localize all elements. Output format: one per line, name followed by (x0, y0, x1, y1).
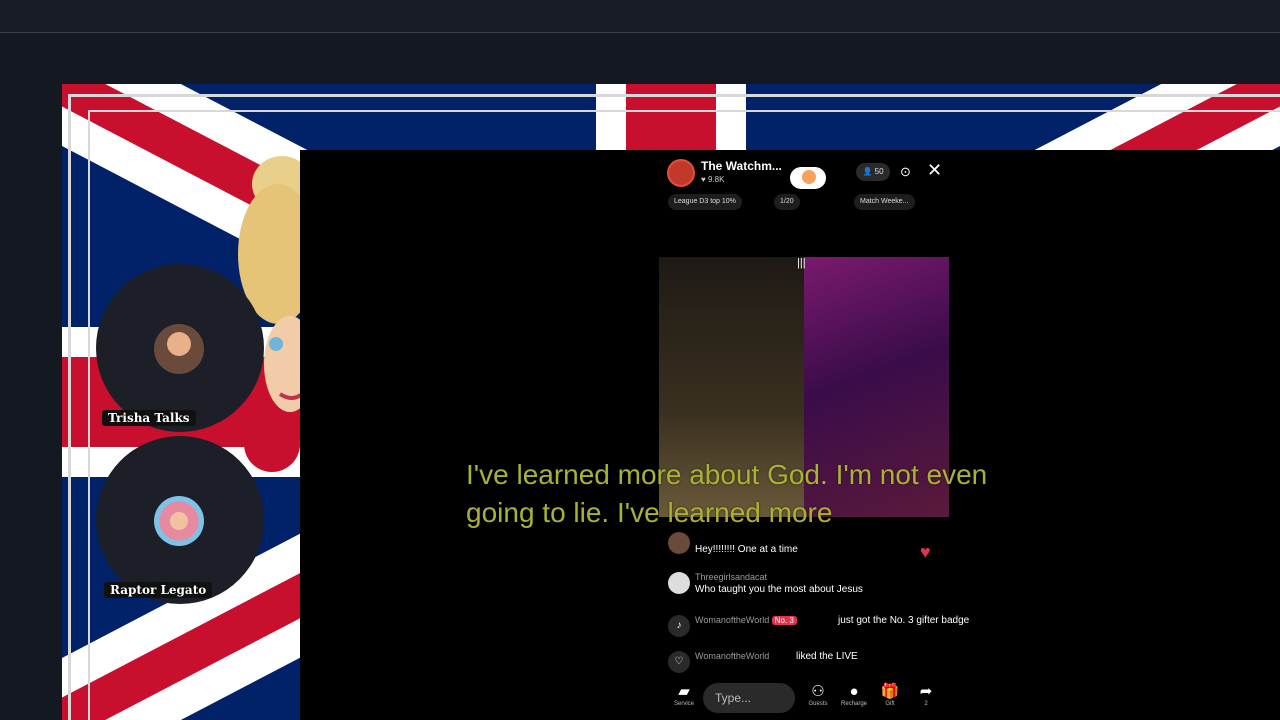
viewer-count[interactable]: 👤 50 (856, 163, 890, 181)
share-icon: ➦ (919, 683, 933, 700)
host-avatar[interactable] (667, 159, 695, 187)
follow-icon (802, 170, 816, 184)
gift-icon: 🎁 (880, 683, 900, 700)
progress-chip[interactable]: 1/20 (774, 194, 800, 210)
follow-button[interactable] (790, 167, 826, 189)
participant-name-tag: Raptor Legato (104, 582, 213, 598)
service-icon: ▰ (678, 683, 690, 700)
recharge-icon: ● (849, 683, 859, 700)
host-likes: ♥ 9.8K (701, 175, 725, 184)
recharge-button[interactable]: ● Recharge (840, 683, 868, 707)
viewer-count-value: 50 (874, 167, 884, 176)
bottom-action-bar: ▰ Service Type... ⚇ Guests ● Recharge 🎁 Gift… (670, 683, 960, 717)
participant-avatar (154, 496, 204, 546)
participant-bubble-2[interactable] (96, 436, 264, 604)
minimize-icon[interactable]: ⊙ (900, 164, 911, 180)
comment-text: liked the LIVE (796, 651, 858, 662)
league-chip[interactable]: League D3 top 10% (668, 194, 742, 210)
comment-text: just got the No. 3 gifter badge (838, 615, 970, 626)
comment-user: WomanoftheWorld (695, 651, 770, 661)
comment-username: WomanoftheWorld (695, 615, 770, 625)
comment-input[interactable]: Type... (703, 683, 795, 713)
gift-button[interactable]: 🎁 Gift (876, 683, 904, 707)
tiktok-icon: ♪ (668, 615, 690, 637)
participant-name-tag: Trisha Talks (102, 410, 196, 426)
comment-user: Threegirlsandacat (695, 572, 768, 582)
match-chip[interactable]: Match Weeke... (854, 194, 915, 210)
guests-button[interactable]: ⚇ Guests (804, 683, 832, 707)
host-info[interactable]: The Watchm... ♥ 9.8K (667, 157, 827, 189)
share-button[interactable]: ➦ 2 (912, 683, 940, 707)
host-name: The Watchm... (701, 159, 782, 173)
gifter-badge: No. 3 (771, 616, 797, 625)
live-stream-panel: The Watchm... ♥ 9.8K 👤 50 ⊙ ✕ League D3 … (300, 150, 1280, 720)
caption-text: I've learned more about God. I'm not eve… (466, 459, 988, 528)
comment-text: Who taught you the most about Jesus (695, 584, 863, 595)
participant-bubble-1[interactable] (96, 264, 264, 432)
comment-user: WomanoftheWorld No. 3 (695, 615, 797, 625)
participant-avatar (154, 324, 204, 374)
service-button[interactable]: ▰ Service (670, 683, 698, 707)
heart-outline-icon: ♡ (668, 651, 690, 673)
comment-avatar (668, 532, 690, 554)
comment-text: Hey!!!!!!!! One at a time (695, 544, 798, 555)
guests-icon: ⚇ (811, 683, 825, 700)
host-likes-count: 9.8K (707, 175, 725, 184)
close-icon[interactable]: ✕ (927, 161, 942, 179)
comment-avatar (668, 572, 690, 594)
audio-icon: ||| (797, 257, 806, 269)
browser-top-bar (0, 0, 1280, 33)
heart-icon: ♥ (920, 542, 931, 562)
